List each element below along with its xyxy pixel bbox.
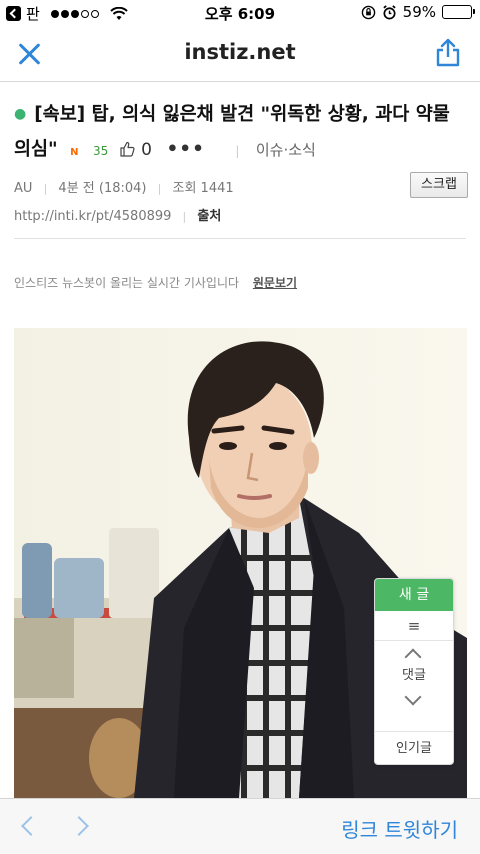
newsbot-notice: 인스티즈 뉴스봇이 올리는 실시간 기사입니다 원문보기 [14,274,297,291]
battery-percent: 59% [402,3,436,21]
bottom-toolbar: 링크 트윗하기 [0,798,480,854]
notice-text: 인스티즈 뉴스봇이 올리는 실시간 기사입니다 [14,276,240,290]
like-count: 35 [92,144,109,158]
author[interactable]: AU [14,181,32,196]
site-title: instiz.net [184,40,296,64]
back-arrow-icon[interactable] [21,816,41,836]
status-bar: 판 오후 6:09 59% [0,0,480,26]
bullet-icon: ● [14,106,27,122]
comments-button[interactable]: 댓글 [375,663,453,689]
alarm-icon [383,4,396,19]
article-meta: AU | 4분 전 (18:04) | 조회 1441 [14,181,234,196]
article-url-row: http://inti.kr/pt/4580899 | 출처 [14,209,222,224]
menu-icon[interactable]: ≡ [375,611,453,641]
popular-posts-button[interactable]: 인기글 [375,731,453,764]
tweet-link-button[interactable]: 링크 트윗하기 [341,814,458,843]
article-headline: ● [속보] 탑, 의식 잃은채 발견 "위독한 상황, 과다 약물 의심" N … [14,98,466,169]
floating-nav-panel: 새 글 ≡ 댓글 인기글 [374,578,454,765]
view-count: 조회 1441 [172,181,234,196]
new-post-button[interactable]: 새 글 [375,579,453,611]
separator: | [235,144,240,158]
original-article-link[interactable]: 원문보기 [253,276,297,290]
thumbs-up-icon[interactable] [119,141,135,157]
scroll-down-icon[interactable] [375,689,453,711]
more-options-button[interactable]: ••• [166,139,204,160]
divider [14,238,466,239]
share-icon[interactable] [434,38,462,68]
status-right: 59% [361,3,475,21]
scrap-button[interactable]: 스크랩 [410,172,468,198]
thumb-count: 0 [141,140,152,160]
forward-arrow-icon[interactable] [69,816,89,836]
category-link[interactable]: 이슈·소식 [256,141,316,159]
new-badge: N [70,147,79,158]
navbar: instiz.net [0,26,480,82]
article-title: [속보] 탑, 의식 잃은채 발견 "위독한 상황, 과다 약물 의심" [14,104,450,160]
source-link[interactable]: 출처 [197,209,221,224]
post-time: 4분 전 (18:04) [58,181,147,196]
battery-icon [442,5,475,19]
scroll-up-icon[interactable] [375,641,453,663]
rotation-lock-icon [361,5,375,19]
short-url[interactable]: http://inti.kr/pt/4580899 [14,209,171,224]
